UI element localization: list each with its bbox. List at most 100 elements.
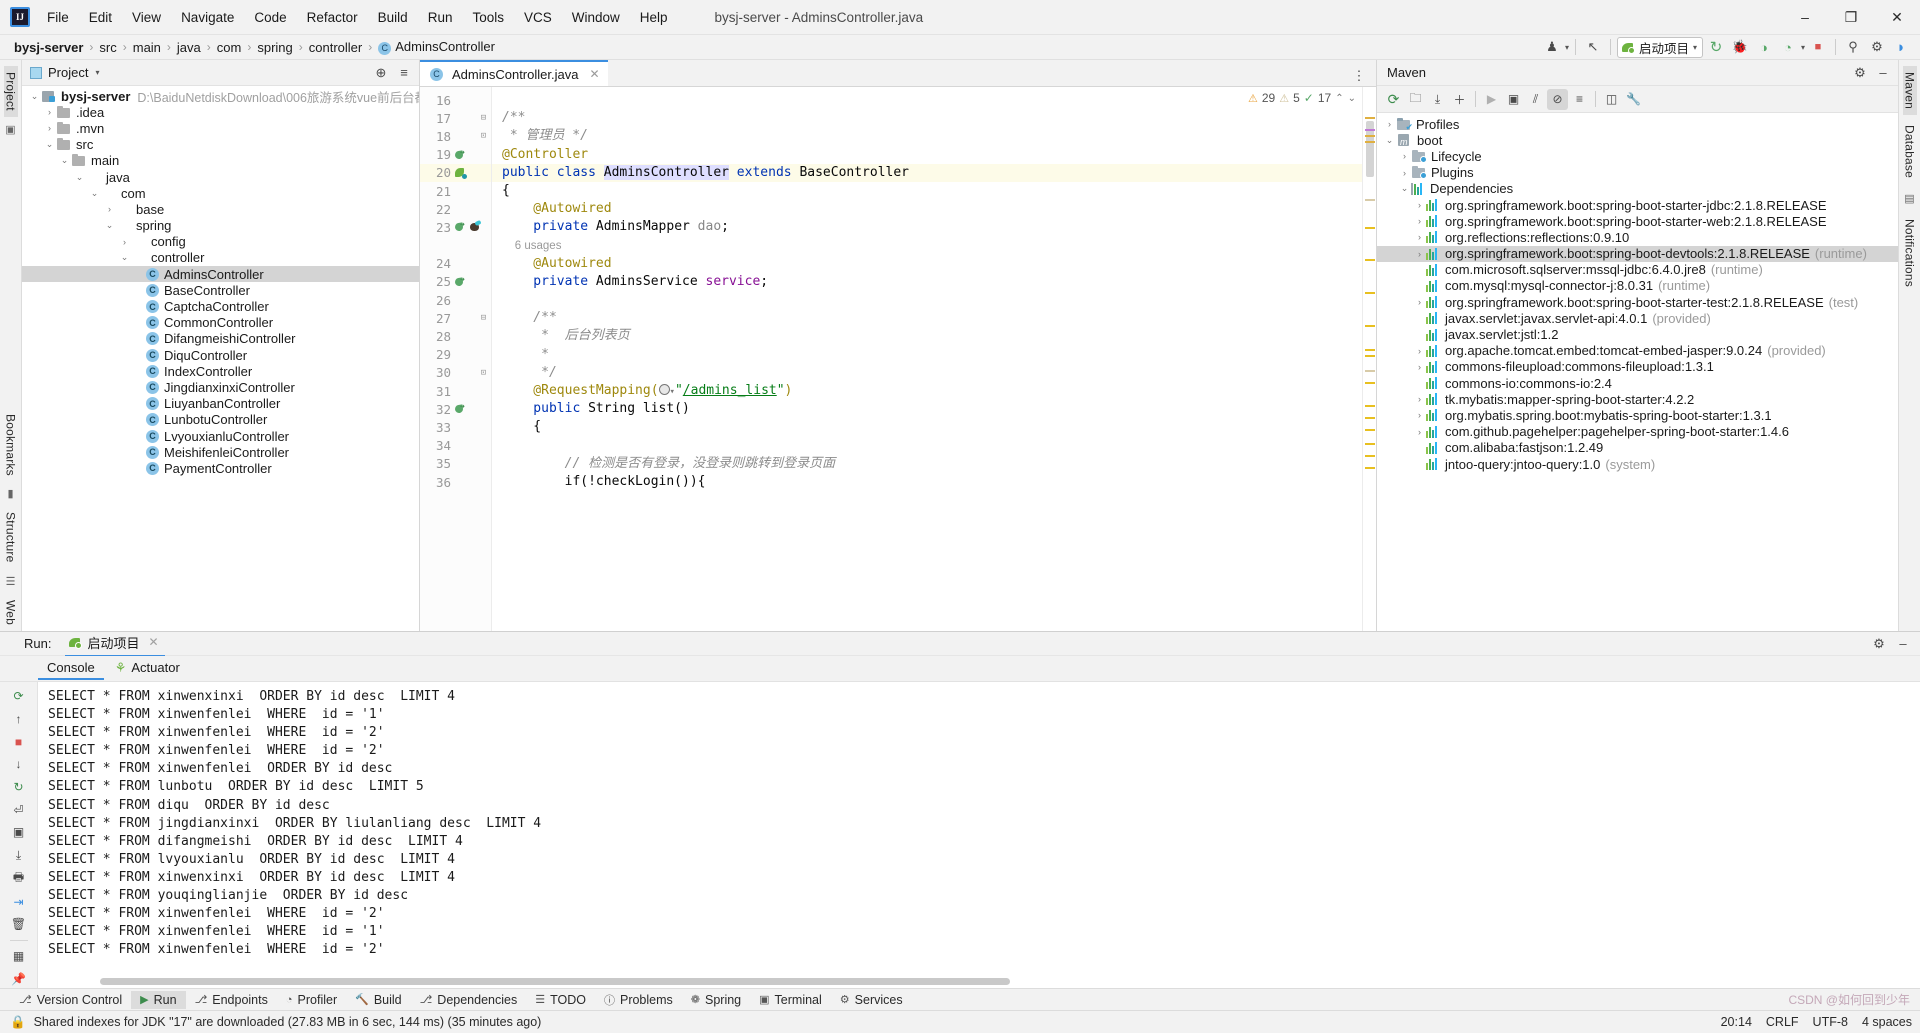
gutter-row[interactable]: 33 xyxy=(420,418,491,436)
code-line[interactable]: private AdminsService service; xyxy=(492,273,1362,291)
gutter-row[interactable]: 24 xyxy=(420,255,491,273)
breadcrumb-item-java[interactable]: java xyxy=(173,39,205,56)
fold-open-icon[interactable]: ⊟ xyxy=(479,313,488,323)
editor-code-area[interactable]: /** * 管理员 */@Controller public class Admi… xyxy=(492,87,1362,631)
chevron-down-icon[interactable]: ⌄ xyxy=(73,172,86,183)
maven-tree-row[interactable]: › org.reflections:reflections:0.9.10 xyxy=(1377,229,1898,245)
maven-tree-row[interactable]: › com.github.pagehelper:pagehelper-spring… xyxy=(1377,424,1898,440)
hide-icon[interactable]: – xyxy=(1892,633,1914,654)
gutter-row[interactable]: 36 xyxy=(420,473,491,491)
code-line[interactable]: private AdminsMapper dao; xyxy=(492,218,1362,236)
project-tree-row[interactable]: C CaptchaController xyxy=(22,298,419,314)
code-line[interactable]: @Autowired xyxy=(492,255,1362,273)
chevron-right-icon[interactable]: › xyxy=(1413,410,1426,420)
strip-button-notifications[interactable]: Notifications xyxy=(1903,213,1917,293)
structure-icon[interactable]: ☰ xyxy=(6,575,16,588)
file-encoding[interactable]: UTF-8 xyxy=(1813,1015,1848,1029)
menu-edit[interactable]: Edit xyxy=(80,6,121,29)
menu-tools[interactable]: Tools xyxy=(463,6,513,29)
menu-run[interactable]: Run xyxy=(419,6,462,29)
project-tree-row[interactable]: ⌄ controller xyxy=(22,250,419,266)
gutter-row[interactable]: 23 xyxy=(420,218,491,236)
gutter-markers[interactable] xyxy=(451,167,491,179)
gutter-markers[interactable] xyxy=(451,275,491,288)
toolwindow-button-todo[interactable]: ☰ TODO xyxy=(526,991,595,1009)
project-tree-row[interactable]: ⌄ com xyxy=(22,185,419,201)
run-configuration-selector[interactable]: 启动项目 ▾ xyxy=(1616,36,1703,58)
chevron-down-icon[interactable]: ⌄ xyxy=(88,188,101,199)
gutter-row[interactable]: 25 xyxy=(420,273,491,291)
project-tree-row[interactable]: C DiquController xyxy=(22,347,419,363)
mybatis-mapper-icon[interactable] xyxy=(469,221,481,233)
project-tree-row[interactable]: › base xyxy=(22,201,419,217)
toolwindow-button-endpoints[interactable]: ⎇ Endpoints xyxy=(186,991,277,1009)
line-separator[interactable]: CRLF xyxy=(1766,1015,1799,1029)
chevron-down-icon[interactable]: ⌄ xyxy=(43,139,56,150)
chevron-right-icon[interactable]: › xyxy=(43,123,56,133)
project-tree-row[interactable]: › .idea xyxy=(22,104,419,120)
maven-tree[interactable]: ›✔Profiles⌄boot›Lifecycle›Plugins⌄Depend… xyxy=(1377,113,1898,631)
chevron-up-icon[interactable]: ⌃ xyxy=(1335,93,1343,104)
close-button[interactable]: ✕ xyxy=(1874,0,1920,34)
implemented-marker-icon[interactable] xyxy=(455,275,467,288)
code-line[interactable]: // 检测是否有登录，没登录则跳转到登录页面 xyxy=(492,455,1362,473)
code-line[interactable]: */ xyxy=(492,364,1362,382)
breadcrumb-item-class[interactable]: C AdminsController xyxy=(374,38,499,56)
maven-settings-icon[interactable]: 🔧 xyxy=(1623,89,1644,110)
spring-bean-icon[interactable] xyxy=(455,167,467,179)
chevron-down-icon[interactable]: ⌄ xyxy=(103,220,116,231)
web-reference-icon[interactable] xyxy=(658,384,670,395)
editor-tab-adminscontroller[interactable]: C AdminsController.java ✕ xyxy=(420,60,608,86)
code-line[interactable]: * 后台列表页 xyxy=(492,327,1362,345)
chevron-down-icon[interactable]: ⌄ xyxy=(28,91,41,102)
maven-tree-row[interactable]: › org.springframework.boot:spring-boot-st… xyxy=(1377,213,1898,229)
tab-console[interactable]: Console xyxy=(38,657,104,680)
code-line[interactable]: @RequestMapping(▾"/admins_list") xyxy=(492,382,1362,400)
maven-tree-row[interactable]: javax.servlet:jstl:1.2 xyxy=(1377,326,1898,342)
maven-tree-row[interactable]: › org.springframework.boot:spring-boot-st… xyxy=(1377,197,1898,213)
back-arrow-icon[interactable]: ↖ xyxy=(1582,37,1604,58)
chevron-right-icon[interactable]: › xyxy=(1413,346,1426,356)
code-line[interactable]: /** xyxy=(492,309,1362,327)
scroll-down-icon[interactable]: ↓ xyxy=(8,755,30,774)
toolwindow-button-build[interactable]: 🔨 Build xyxy=(346,991,411,1009)
maven-tree-row[interactable]: commons-io:commons-io:2.4 xyxy=(1377,375,1898,391)
strip-button-bookmarks[interactable]: Bookmarks xyxy=(4,408,18,482)
breadcrumb-item-controller[interactable]: controller xyxy=(305,39,366,56)
gutter-row[interactable]: 18 ⊡ xyxy=(420,127,491,145)
close-icon[interactable]: ✕ xyxy=(148,635,158,649)
menu-build[interactable]: Build xyxy=(369,6,417,29)
project-tree-row[interactable]: C MeishifenleiController xyxy=(22,444,419,460)
toolwindow-button-problems[interactable]: ⓘ Problems xyxy=(595,990,682,1010)
chevron-right-icon[interactable]: › xyxy=(1413,200,1426,210)
code-line[interactable] xyxy=(492,91,1362,109)
commit-icon[interactable]: ▣ xyxy=(5,123,15,136)
trash-icon[interactable]: 🗑 xyxy=(8,915,30,934)
gutter-row[interactable]: 27 ⊟ xyxy=(420,309,491,327)
fold-close-icon[interactable]: ⊡ xyxy=(479,131,488,141)
maven-tree-row[interactable]: › org.mybatis.spring.boot:mybatis-spring-… xyxy=(1377,407,1898,423)
code-line[interactable]: public class AdminsController extends Ba… xyxy=(492,163,1362,182)
gutter-row[interactable]: 22 xyxy=(420,200,491,218)
chevron-right-icon[interactable]: › xyxy=(43,107,56,117)
gear-icon[interactable]: ⚙ xyxy=(1866,37,1888,58)
rerun-icon[interactable]: ↻ xyxy=(1705,37,1727,58)
project-tree-row[interactable]: ⌄ src xyxy=(22,137,419,153)
settings-grid-icon[interactable]: ▦ xyxy=(8,947,30,966)
project-tree-row[interactable]: C BaseController xyxy=(22,282,419,298)
chevron-right-icon[interactable]: › xyxy=(1398,151,1411,161)
gutter-row[interactable]: 34 xyxy=(420,437,491,455)
project-tree-row[interactable]: C AdminsController xyxy=(22,266,419,283)
minimize-button[interactable]: – xyxy=(1782,0,1828,34)
horizontal-scrollbar[interactable] xyxy=(100,978,1010,985)
maven-tree-row[interactable]: › Lifecycle xyxy=(1377,148,1898,164)
code-line[interactable]: @Controller xyxy=(492,146,1362,164)
more-options-icon[interactable]: ⋮ xyxy=(1348,65,1370,86)
dependency-analyzer-icon[interactable]: ◫ xyxy=(1601,89,1622,110)
hide-icon[interactable]: – xyxy=(1872,62,1894,83)
code-line[interactable]: * 管理员 */ xyxy=(492,127,1362,145)
menu-view[interactable]: View xyxy=(123,6,170,29)
toggle-skip-tests-icon[interactable]: ⫽ xyxy=(1525,89,1546,110)
code-line[interactable]: public String list() xyxy=(492,400,1362,418)
breadcrumb-item-spring[interactable]: spring xyxy=(253,39,296,56)
